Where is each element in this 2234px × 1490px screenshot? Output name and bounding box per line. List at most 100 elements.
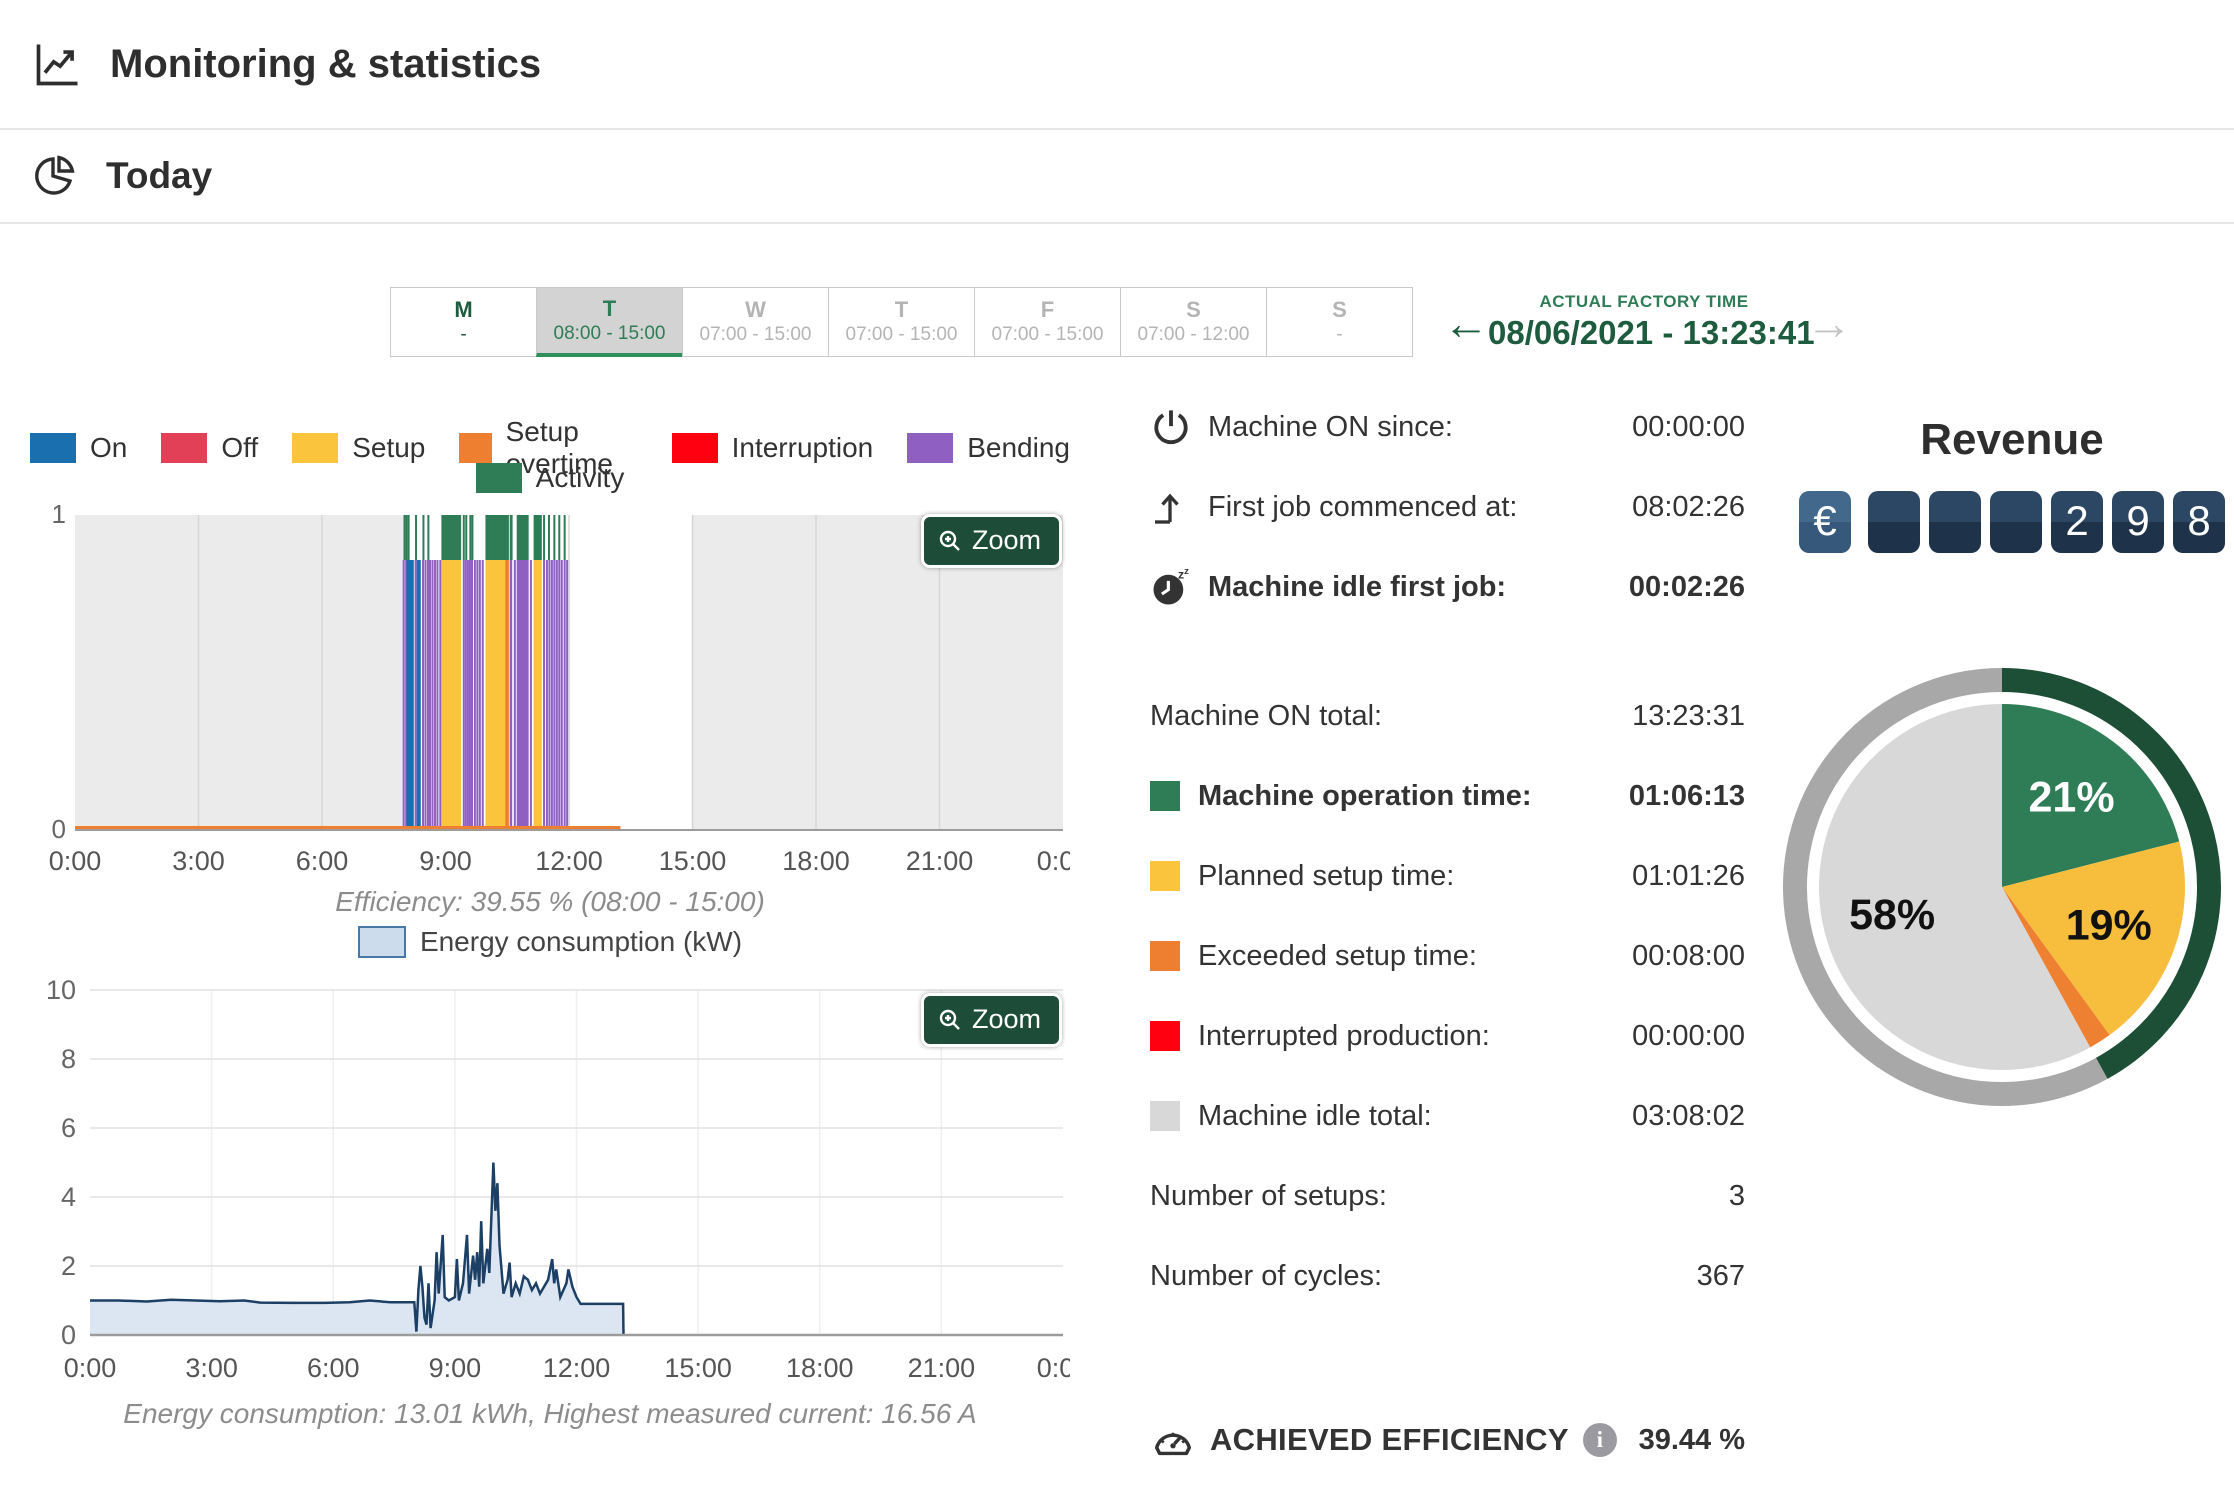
power-icon — [1150, 406, 1208, 448]
legend-item-activity: Activity — [476, 462, 625, 494]
revenue-digit-tile: 2 — [2051, 491, 2103, 553]
planned-setup-swatch — [1150, 861, 1180, 891]
legend-item-bending: Bending — [907, 432, 1070, 464]
energy-consumption-chart: 0 2 4 6 8 10 0:00 3:00 6:00 9:00 12:00 15:00 18:00 21… — [30, 955, 1070, 1390]
svg-text:9:00: 9:00 — [419, 846, 472, 876]
bending-swatch — [907, 433, 953, 463]
svg-text:0:00: 0:00 — [64, 1353, 117, 1383]
revenue-digit-tile — [1929, 491, 1981, 553]
monitoring-dashboard: Monitoring & statistics Today M - T 08:0… — [0, 0, 2234, 1490]
timeline-zoom-button[interactable]: Zoom — [921, 514, 1062, 568]
svg-text:0:00: 0:00 — [49, 846, 102, 876]
svg-text:0: 0 — [52, 814, 66, 844]
section-header: Today — [0, 130, 2234, 224]
tab-friday[interactable]: F 07:00 - 15:00 — [974, 287, 1121, 357]
svg-text:z: z — [1184, 566, 1189, 577]
stat-exceeded-setup-time: Exceeded setup time: 00:08:00 — [1150, 932, 1745, 980]
stat-interrupted-production: Interrupted production: 00:00:00 — [1150, 1012, 1745, 1060]
revenue-digit-tile — [1990, 491, 2042, 553]
tab-sunday[interactable]: S - — [1266, 287, 1413, 357]
next-day-arrow-icon[interactable]: → — [1806, 300, 1852, 346]
previous-day-arrow-icon[interactable]: ← — [1443, 300, 1489, 346]
state-legend-row2: Activity — [30, 462, 1070, 494]
time-distribution-pie-chart: 21% 19% 58% — [1767, 652, 2234, 1122]
svg-text:3:00: 3:00 — [185, 1353, 238, 1383]
chart-line-icon — [32, 38, 84, 90]
magnifier-plus-icon — [938, 529, 962, 553]
factory-time-value: 08/06/2021 - 13:23:41 — [1488, 314, 1800, 352]
energy-swatch — [358, 926, 406, 958]
svg-text:18:00: 18:00 — [782, 846, 850, 876]
svg-text:19%: 19% — [2066, 901, 2152, 949]
svg-text:2: 2 — [61, 1251, 76, 1281]
tab-monday[interactable]: M - — [390, 287, 537, 357]
svg-text:9:00: 9:00 — [429, 1353, 482, 1383]
stats-panel: Machine ON since: 00:00:00 First job com… — [1150, 403, 1745, 1490]
svg-text:0: 0 — [61, 1320, 76, 1350]
idle-total-swatch — [1150, 1101, 1180, 1131]
factory-time-label: ACTUAL FACTORY TIME — [1488, 292, 1800, 312]
pie-plot: 21% 19% 58% — [1767, 652, 2234, 1122]
tab-tuesday-selected[interactable]: T 08:00 - 15:00 — [536, 287, 683, 357]
legend-item-off: Off — [161, 432, 258, 464]
stat-machine-on-total: Machine ON total: 13:23:31 — [1150, 692, 1745, 740]
stat-machine-idle-total: Machine idle total: 03:08:02 — [1150, 1092, 1745, 1140]
legend-item-on: On — [30, 432, 127, 464]
gauge-icon — [1150, 1417, 1210, 1463]
machine-state-timeline-chart: 100:003:006:009:0012:0015:0018:0021:000:… — [30, 500, 1070, 878]
svg-text:21:00: 21:00 — [908, 1353, 976, 1383]
svg-text:1: 1 — [52, 500, 66, 529]
stat-number-of-setups: Number of setups: 3 — [1150, 1172, 1745, 1220]
on-swatch — [30, 433, 76, 463]
revenue-panel: Revenue € 2 9 8 — [1790, 415, 2234, 553]
svg-text:0:00: 0:00 — [1037, 1353, 1070, 1383]
app-header: Monitoring & statistics — [0, 0, 2234, 130]
svg-text:10: 10 — [46, 975, 76, 1005]
tab-thursday[interactable]: T 07:00 - 15:00 — [828, 287, 975, 357]
interrupted-swatch — [1150, 1021, 1180, 1051]
revenue-counter: € 2 9 8 — [1790, 491, 2234, 553]
svg-text:21:00: 21:00 — [906, 846, 974, 876]
svg-text:6:00: 6:00 — [307, 1353, 360, 1383]
stat-planned-setup-time: Planned setup time: 01:01:26 — [1150, 852, 1745, 900]
stat-machine-idle-first-job: z z Machine idle first job: 00:02:26 — [1150, 563, 1745, 611]
svg-text:0:00: 0:00 — [1037, 846, 1070, 876]
svg-text:12:00: 12:00 — [543, 1353, 611, 1383]
revenue-digit-tile — [1868, 491, 1920, 553]
revenue-title: Revenue — [1790, 415, 2234, 465]
svg-text:12:00: 12:00 — [535, 846, 603, 876]
svg-text:4: 4 — [61, 1182, 76, 1212]
operation-swatch — [1150, 781, 1180, 811]
timeline-plot: 100:003:006:009:0012:0015:0018:0021:000:… — [30, 500, 1070, 878]
energy-zoom-button[interactable]: Zoom — [921, 993, 1062, 1047]
first-job-icon — [1150, 487, 1208, 527]
efficiency-caption: Efficiency: 39.55 % (08:00 - 15:00) — [30, 886, 1070, 918]
tab-wednesday[interactable]: W 07:00 - 15:00 — [682, 287, 829, 357]
setup-overtime-swatch — [459, 433, 491, 463]
stat-machine-on-since: Machine ON since: 00:00:00 — [1150, 403, 1745, 451]
svg-text:15:00: 15:00 — [659, 846, 727, 876]
interruption-swatch — [672, 433, 718, 463]
energy-caption: Energy consumption: 13.01 kWh, Highest m… — [30, 1398, 1070, 1430]
energy-legend: Energy consumption (kW) — [30, 926, 1070, 958]
section-title: Today — [106, 155, 212, 197]
svg-text:18:00: 18:00 — [786, 1353, 854, 1383]
svg-text:58%: 58% — [1849, 891, 1935, 939]
pie-chart-icon — [32, 152, 80, 200]
svg-text:3:00: 3:00 — [172, 846, 225, 876]
energy-plot: 0 2 4 6 8 10 0:00 3:00 6:00 9:00 12:00 15:00 18:00 21… — [30, 955, 1070, 1390]
svg-text:21%: 21% — [2029, 773, 2115, 821]
stat-first-job: First job commenced at: 08:02:26 — [1150, 483, 1745, 531]
revenue-digit-tile: 9 — [2112, 491, 2164, 553]
tab-saturday[interactable]: S 07:00 - 12:00 — [1120, 287, 1267, 357]
actual-factory-time: ACTUAL FACTORY TIME 08/06/2021 - 13:23:4… — [1488, 292, 1800, 352]
currency-tile: € — [1799, 491, 1851, 553]
revenue-digit-tile: 8 — [2173, 491, 2225, 553]
svg-text:15:00: 15:00 — [664, 1353, 732, 1383]
info-icon[interactable]: i — [1583, 1423, 1617, 1457]
activity-swatch — [476, 463, 522, 493]
legend-item-setup: Setup — [292, 432, 425, 464]
svg-text:8: 8 — [61, 1044, 76, 1074]
svg-text:6: 6 — [61, 1113, 76, 1143]
magnifier-plus-icon — [938, 1008, 962, 1032]
